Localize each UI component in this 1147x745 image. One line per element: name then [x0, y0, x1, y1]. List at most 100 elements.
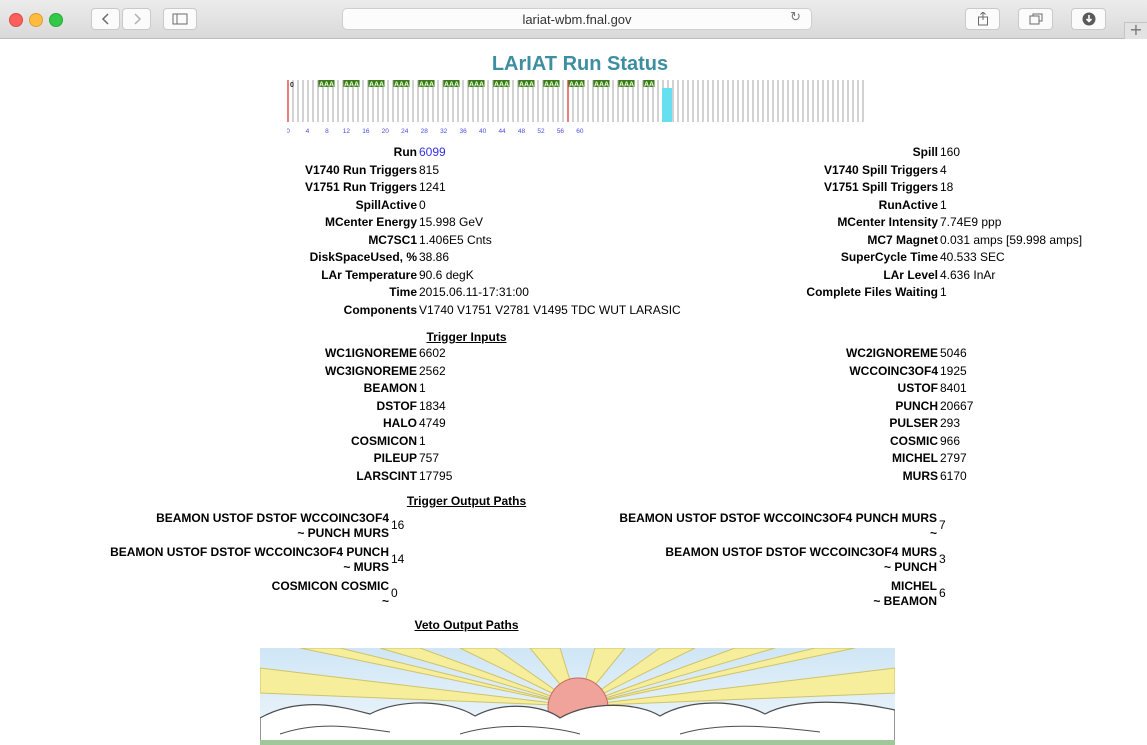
path-line-2: ~ MURS	[343, 560, 389, 574]
trigger-input-label: WC3IGNOREME	[324, 363, 417, 378]
run-number-link[interactable]: 6099	[419, 145, 446, 159]
trigger-input-label: PILEUP	[373, 451, 417, 465]
path-line-2: ~ PUNCH MURS	[297, 526, 389, 540]
reload-icon[interactable]: ↻	[790, 10, 801, 25]
share-button[interactable]	[965, 8, 1000, 30]
field-label: Complete Files Waiting	[806, 285, 938, 299]
field-label: SuperCycle Time	[840, 250, 938, 264]
slot-tick-label: 36	[460, 128, 468, 135]
trigger-input-label: WC2IGNOREME	[845, 346, 938, 360]
trigger-input-value: 1834	[419, 398, 446, 413]
field-value: 2015.06.11-17:31:00	[419, 285, 529, 299]
field-value: 15.998 GeV	[419, 215, 484, 229]
trigger-input-value: 5046	[940, 346, 967, 360]
field-label: V1740 Spill Triggers	[823, 162, 938, 177]
current-spill-marker	[662, 88, 672, 122]
a-flag-label: A	[454, 81, 459, 88]
trigger-input-label: WCCOINC3OF4	[849, 363, 938, 378]
sunrise-banner-image	[260, 648, 895, 745]
slot-tick-label: 16	[362, 128, 370, 135]
trigger-input-label: HALO	[383, 416, 417, 430]
page-title: LArIAT Run Status	[491, 53, 669, 75]
trigger-input-value: 293	[940, 416, 961, 430]
field-label: V1740 Run Triggers	[304, 162, 417, 177]
field-value: 1	[940, 285, 947, 299]
trigger-input-label: COSMICON	[351, 433, 417, 448]
field-value: 815	[419, 162, 440, 177]
a-flag-label: A	[529, 81, 534, 88]
a-flag-label: A	[579, 81, 584, 88]
slot-tick-label: 60	[576, 128, 584, 135]
path-line-2: ~	[929, 526, 937, 540]
trigger-input-label: BEAMON	[363, 381, 417, 395]
field-value: 4	[940, 162, 947, 177]
slot-tick-label: 4	[306, 128, 310, 135]
a-flag-label: A	[649, 81, 654, 88]
slot-tick-label: 0	[287, 128, 290, 135]
field-value: 38.86	[419, 250, 450, 264]
field-value: V1740 V1751 V2781 V1495 TDC WUT LARASIC	[419, 302, 681, 317]
trigger-output-path-label: MICHEL ~ BEAMON	[873, 579, 937, 609]
a-flag-label: A	[604, 81, 609, 88]
slot-tick-label: 52	[537, 128, 545, 135]
path-line-1: MICHEL	[891, 579, 937, 593]
back-button[interactable]	[91, 8, 120, 30]
downloads-button[interactable]	[1071, 8, 1106, 30]
field-label: LAr Temperature	[321, 267, 417, 282]
field-label: DiskSpaceUsed, %	[309, 250, 417, 264]
field-label: V1751 Spill Triggers	[823, 180, 938, 194]
field-value: 4.636 InAr	[940, 267, 996, 282]
sidebar-button[interactable]	[163, 8, 197, 30]
trigger-input-value: 757	[419, 451, 440, 465]
trigger-output-heading: Trigger Output Paths	[406, 494, 527, 508]
minimize-window-button[interactable]	[29, 13, 43, 27]
field-value: 160	[940, 145, 961, 159]
plus-icon: +	[1129, 20, 1143, 39]
a-flag-label: A	[504, 81, 509, 88]
browser-toolbar: lariat-wbm.fnal.gov ↻ +	[0, 0, 1147, 39]
trigger-output-path-label: BEAMON USTOF DSTOF WCCOINC3OF4 PUNCH ~ MU…	[110, 545, 389, 575]
show-tabs-button[interactable]	[1018, 8, 1053, 30]
slot-tick-label: 12	[343, 128, 351, 135]
trigger-output-path-count: 7	[939, 518, 946, 532]
path-line-2: ~ PUNCH	[883, 560, 937, 574]
trigger-input-label: LARSCINT	[356, 468, 417, 483]
field-label: MCenter Energy	[324, 215, 417, 229]
a-flag-label: A	[554, 81, 559, 88]
trigger-input-value: 6170	[940, 468, 967, 483]
zoom-window-button[interactable]	[49, 13, 63, 27]
field-value: 0	[419, 197, 426, 212]
field-value: 18	[940, 180, 954, 194]
trigger-input-label: COSMIC	[890, 433, 938, 448]
a-flag-label: A	[329, 81, 334, 88]
zero-marker-label: 0	[290, 82, 294, 89]
field-label: Run	[393, 145, 417, 159]
field-value: 7.74E9 ppp	[940, 215, 1002, 229]
trigger-input-value: 20667	[940, 398, 974, 413]
new-tab-button[interactable]: +	[1124, 22, 1147, 39]
forward-button[interactable]	[122, 8, 151, 30]
tabs-icon	[1029, 13, 1042, 25]
field-value: 1.406E5 Cnts	[419, 232, 492, 247]
a-flag-label: A	[629, 81, 634, 88]
trigger-input-value: 6602	[419, 346, 446, 360]
trigger-output-path-count: 0	[391, 586, 398, 600]
path-line-1: BEAMON USTOF DSTOF WCCOINC3OF4 PUNCH	[110, 545, 389, 559]
veto-output-heading: Veto Output Paths	[414, 618, 519, 632]
field-label: Spill	[912, 145, 938, 159]
field-label: Time	[389, 285, 417, 299]
trigger-input-value: 2562	[419, 363, 446, 378]
url-text: lariat-wbm.fnal.gov	[522, 12, 632, 27]
share-icon	[977, 12, 988, 26]
field-value: 1241	[419, 180, 446, 194]
path-line-1: COSMICON COSMIC	[271, 579, 389, 593]
path-line-1: BEAMON USTOF DSTOF WCCOINC3OF4	[156, 511, 389, 525]
field-value: 0.031 amps [59.998 amps]	[940, 232, 1083, 247]
slot-tick-label: 40	[479, 128, 487, 135]
address-bar[interactable]: lariat-wbm.fnal.gov ↻	[342, 8, 812, 30]
trigger-output-path-label: BEAMON USTOF DSTOF WCCOINC3OF4 PUNCH MUR…	[619, 511, 937, 541]
trigger-output-path-count: 3	[939, 552, 946, 566]
trigger-input-label: PULSER	[889, 416, 938, 430]
close-window-button[interactable]	[9, 13, 23, 27]
slot-tick-label: 28	[421, 128, 429, 135]
